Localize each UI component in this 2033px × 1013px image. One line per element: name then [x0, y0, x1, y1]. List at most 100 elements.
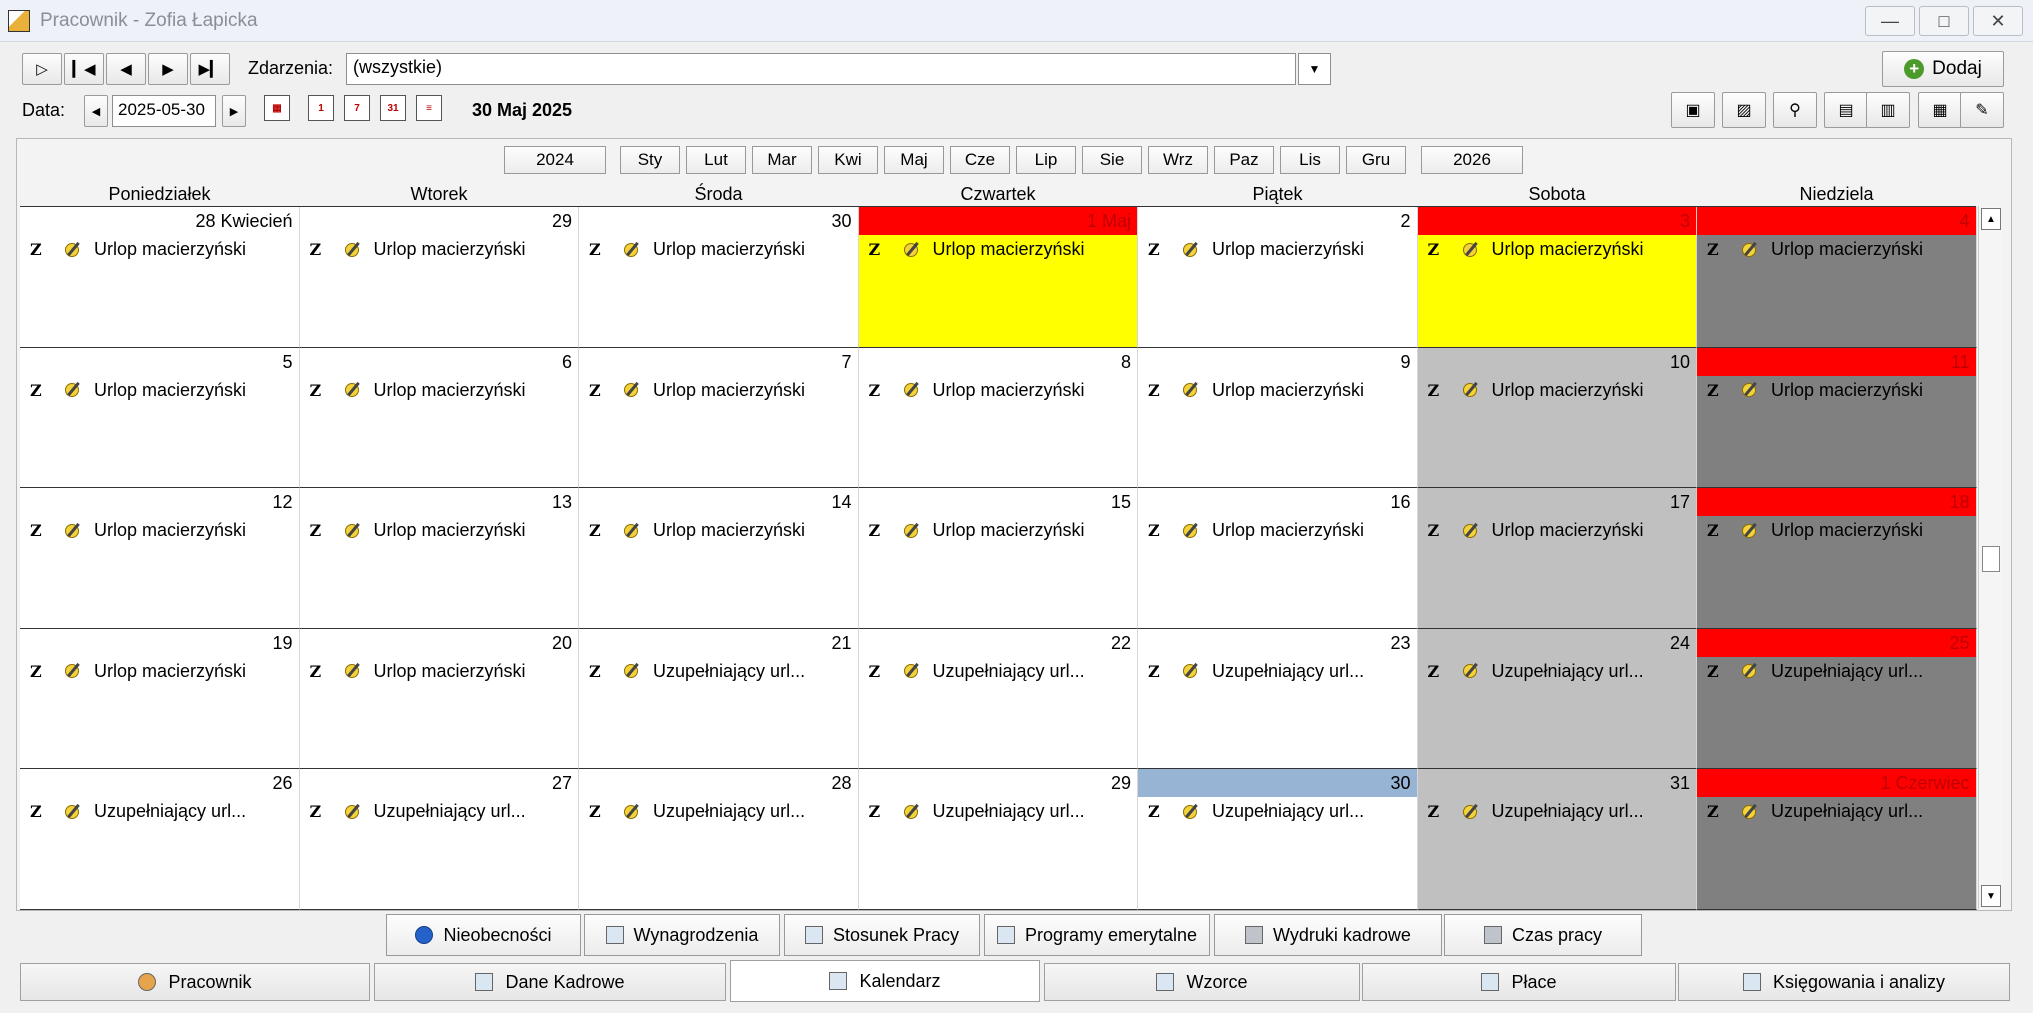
calendar-event[interactable]: Z Uzupełniający url... [1707, 661, 1923, 682]
calendar-day-cell[interactable]: 12 Z Urlop macierzyński [20, 488, 300, 629]
month-button-maj[interactable]: Maj [884, 146, 944, 174]
calendar-day-cell[interactable]: 30 Z Urlop macierzyński [579, 207, 859, 348]
month-button-kwi[interactable]: Kwi [818, 146, 878, 174]
calendar-day-cell[interactable]: 5 Z Urlop macierzyński [20, 347, 300, 489]
calendar-day-cell[interactable]: 20 Z Urlop macierzyński [299, 628, 579, 770]
pencil-icon[interactable]: ✎ [1960, 92, 2004, 128]
calendar-event[interactable]: Z Uzupełniający url... [1428, 801, 1644, 822]
calendar-event[interactable]: Z Urlop macierzyński [1148, 520, 1364, 541]
calendar-day-cell[interactable]: 4 Z Urlop macierzyński [1697, 207, 1977, 348]
sub-tab-czas-pracy[interactable]: Czas pracy [1444, 914, 1642, 956]
calendar-event[interactable]: Z Urlop macierzyński [310, 661, 526, 682]
calendar-event[interactable]: Z Uzupełniający url... [310, 801, 526, 822]
last-record-button[interactable]: ▶▎ [190, 53, 230, 85]
calendar-day-cell[interactable]: 16 Z Urlop macierzyński [1138, 488, 1418, 629]
next-year-button[interactable]: 2026 [1421, 146, 1523, 174]
calendar-event[interactable]: Z Urlop macierzyński [30, 661, 246, 682]
search-icon[interactable]: ⚲ [1773, 92, 1817, 128]
month-button-lis[interactable]: Lis [1280, 146, 1340, 174]
main-tab-wzorce[interactable]: Wzorce [1044, 963, 1360, 1001]
sub-tab-wydruki-kadrowe[interactable]: Wydruki kadrowe [1214, 914, 1442, 956]
calendar-week-icon[interactable]: 7 [344, 95, 370, 121]
calendar-event[interactable]: Z Urlop macierzyński [1148, 239, 1364, 260]
calendar-event[interactable]: Z Uzupełniający url... [30, 801, 246, 822]
main-tab-płace[interactable]: Płace [1362, 963, 1676, 1001]
calendar-list-icon[interactable]: ≡ [416, 95, 442, 121]
month-button-paz[interactable]: Paz [1214, 146, 1274, 174]
month-button-lip[interactable]: Lip [1016, 146, 1076, 174]
maximize-button[interactable]: □ [1919, 6, 1969, 36]
calendar-event[interactable]: Z Uzupełniający url... [869, 661, 1085, 682]
calendar-event[interactable]: Z Urlop macierzyński [589, 380, 805, 401]
main-tab-księgowania-i-analizy[interactable]: Księgowania i analizy [1678, 963, 2010, 1001]
month-button-sty[interactable]: Sty [620, 146, 680, 174]
calendar-day-cell[interactable]: 13 Z Urlop macierzyński [299, 488, 579, 629]
calendar-day-cell[interactable]: 7 Z Urlop macierzyński [579, 347, 859, 489]
calendar-day-cell[interactable]: 10 Z Urlop macierzyński [1417, 347, 1697, 489]
calendar-event[interactable]: Z Urlop macierzyński [30, 239, 246, 260]
calendar-day-cell[interactable]: 30 Z Uzupełniający url... [1138, 769, 1418, 910]
calendar-day-icon[interactable]: 1 [308, 95, 334, 121]
scroll-thumb[interactable] [1982, 546, 2000, 572]
calendar-day-cell[interactable]: 21 Z Uzupełniający url... [579, 628, 859, 770]
calendar-day-cell[interactable]: 24 Z Uzupełniający url... [1417, 628, 1697, 770]
sub-tab-wynagrodzenia[interactable]: Wynagrodzenia [584, 914, 780, 956]
calendar-day-cell[interactable]: 2 Z Urlop macierzyński [1138, 207, 1418, 348]
calendar-day-cell[interactable]: 29 Z Uzupełniający url... [858, 769, 1138, 910]
calendar-day-cell[interactable]: 22 Z Uzupełniający url... [858, 628, 1138, 770]
calendar-day-cell[interactable]: 18 Z Urlop macierzyński [1697, 488, 1977, 629]
calendar-event[interactable]: Z Uzupełniający url... [869, 801, 1085, 822]
calendar-day-cell[interactable]: 15 Z Urlop macierzyński [858, 488, 1138, 629]
calendar-day-cell[interactable]: 26 Z Uzupełniający url... [20, 769, 300, 910]
calendar-day-cell[interactable]: 28 Kwiecień Z Urlop macierzyński [20, 207, 300, 348]
calendar-day-cell[interactable]: 19 Z Urlop macierzyński [20, 628, 300, 770]
calendar-month-icon[interactable]: 31 [380, 95, 406, 121]
calendar-event[interactable]: Z Uzupełniający url... [1148, 801, 1364, 822]
calendar-event[interactable]: Z Urlop macierzyński [869, 380, 1085, 401]
first-record-button[interactable]: ▎◀ [64, 53, 104, 85]
close-button[interactable]: ✕ [1973, 6, 2023, 36]
calendar-day-cell[interactable]: 1 Czerwiec Z Uzupełniający url... [1697, 769, 1977, 910]
calendar-day-cell[interactable]: 27 Z Uzupełniający url... [299, 769, 579, 910]
calendar-event[interactable]: Z Urlop macierzyński [1707, 520, 1923, 541]
calendar-event[interactable]: Z Uzupełniający url... [589, 661, 805, 682]
prev-record-button[interactable]: ◀ [106, 53, 146, 85]
calendar-event[interactable]: Z Uzupełniający url... [1707, 801, 1923, 822]
calendar-event[interactable]: Z Urlop macierzyński [310, 380, 526, 401]
calendar-event[interactable]: Z Urlop macierzyński [1707, 380, 1923, 401]
month-button-wrz[interactable]: Wrz [1148, 146, 1208, 174]
calendar-day-cell[interactable]: 14 Z Urlop macierzyński [579, 488, 859, 629]
next-date-button[interactable]: ▶ [222, 95, 246, 127]
minimize-button[interactable]: — [1865, 6, 1915, 36]
prev-date-button[interactable]: ◀ [84, 95, 108, 127]
main-tab-pracownik[interactable]: Pracownik [20, 963, 370, 1001]
calendar-day-cell[interactable]: 25 Z Uzupełniający url... [1697, 628, 1977, 770]
calendar-day-cell[interactable]: 11 Z Urlop macierzyński [1697, 347, 1977, 489]
scroll-down-icon[interactable]: ▼ [1981, 885, 2001, 907]
add-button[interactable]: + Dodaj [1882, 51, 2004, 87]
calendar-day-cell[interactable]: 8 Z Urlop macierzyński [858, 347, 1138, 489]
calendar-event[interactable]: Z Urlop macierzyński [310, 239, 526, 260]
calendar-day-cell[interactable]: 31 Z Uzupełniający url... [1417, 769, 1697, 910]
calendar-event[interactable]: Z Urlop macierzyński [1148, 380, 1364, 401]
calendar-sync-icon[interactable]: ▥ [1866, 92, 1910, 128]
calendar-event[interactable]: Z Urlop macierzyński [310, 520, 526, 541]
sub-tab-programy-emerytalne[interactable]: Programy emerytalne [984, 914, 1210, 956]
calendar-grid-icon[interactable]: ▦ [1918, 92, 1962, 128]
calendar-event[interactable]: Z Urlop macierzyński [1707, 239, 1923, 260]
calendar-event[interactable]: Z Urlop macierzyński [589, 239, 805, 260]
month-button-gru[interactable]: Gru [1346, 146, 1406, 174]
month-button-lut[interactable]: Lut [686, 146, 746, 174]
calendar-event[interactable]: Z Uzupełniający url... [589, 801, 805, 822]
month-button-cze[interactable]: Cze [950, 146, 1010, 174]
calendar-event[interactable]: Z Urlop macierzyński [869, 520, 1085, 541]
date-field[interactable]: 2025-05-30 [112, 95, 216, 127]
calendar-view-icon[interactable]: ▤ [1824, 92, 1868, 128]
calendar-day-cell[interactable]: 1 Maj Z Urlop macierzyński [858, 207, 1138, 348]
next-record-button[interactable]: ▶ [148, 53, 188, 85]
calendar-event[interactable]: Z Urlop macierzyński [30, 520, 246, 541]
calendar-event[interactable]: Z Urlop macierzyński [1428, 520, 1644, 541]
calendar-day-cell[interactable]: 17 Z Urlop macierzyński [1417, 488, 1697, 629]
month-button-sie[interactable]: Sie [1082, 146, 1142, 174]
scrollbar[interactable]: ▲ ▼ [1978, 206, 2002, 909]
